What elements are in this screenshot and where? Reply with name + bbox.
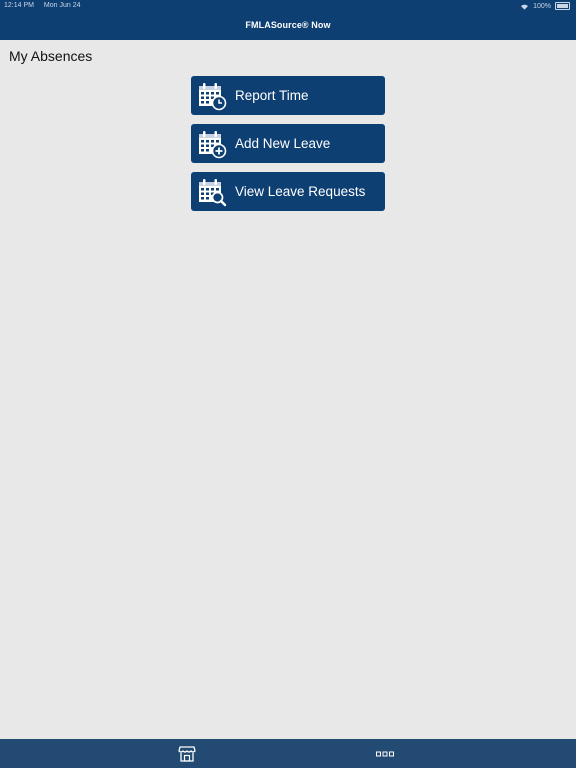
- tab-home[interactable]: [157, 739, 217, 768]
- status-bar-right: 100%: [520, 2, 570, 10]
- calendar-clock-icon: [199, 82, 227, 110]
- view-leave-requests-label: View Leave Requests: [235, 184, 366, 199]
- status-date: Mon Jun 24: [43, 2, 81, 9]
- wifi-icon: [521, 4, 529, 10]
- store-icon: [178, 745, 196, 762]
- calendar-add-icon: [199, 130, 227, 158]
- tab-more[interactable]: [355, 739, 415, 768]
- battery-percent: 100%: [533, 2, 551, 10]
- status-bar-left: 12:14 PM Mon Jun 24: [4, 2, 89, 9]
- report-time-button[interactable]: Report Time: [191, 76, 385, 115]
- view-leave-requests-button[interactable]: View Leave Requests: [191, 172, 385, 211]
- status-time: 12:14 PM: [4, 2, 34, 9]
- add-new-leave-button[interactable]: Add New Leave: [191, 124, 385, 163]
- battery-icon: [555, 2, 570, 10]
- page-title: My Absences: [9, 48, 93, 64]
- report-time-label: Report Time: [235, 88, 309, 103]
- app-title: FMLASource® Now: [245, 20, 331, 30]
- calendar-search-icon: [199, 178, 227, 206]
- add-new-leave-label: Add New Leave: [235, 136, 331, 151]
- top-bar: 12:14 PM Mon Jun 24 100% FMLASource® Now: [0, 0, 576, 40]
- more-icon: [376, 751, 394, 756]
- tab-bar: [0, 739, 576, 768]
